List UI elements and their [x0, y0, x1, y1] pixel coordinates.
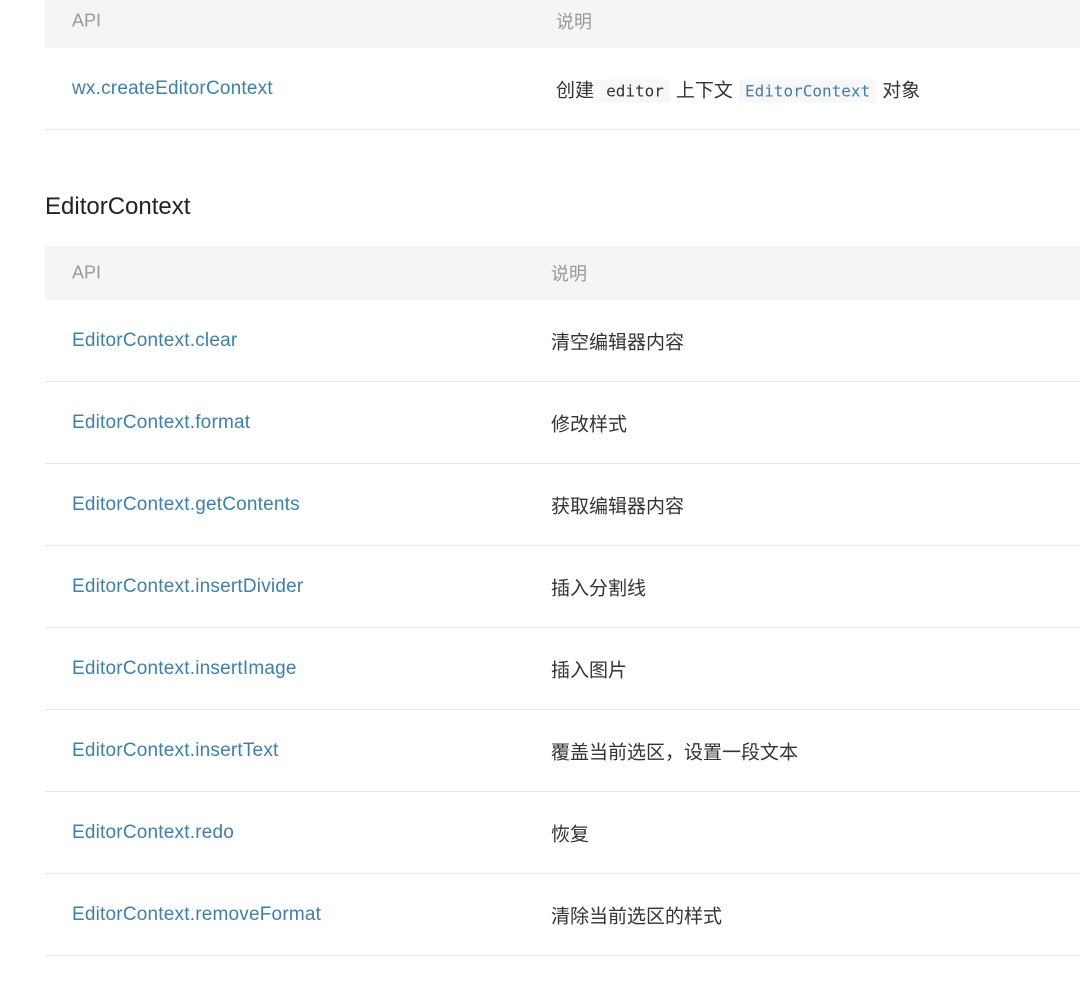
api-description: 插入分割线 — [551, 577, 647, 599]
api-description: 清除当前选区的样式 — [551, 905, 723, 927]
table-row: wx.createEditorContext 创建 editor 上下文 Edi… — [45, 48, 1080, 130]
api-link[interactable]: EditorContext.insertImage — [72, 658, 297, 680]
table-row: EditorContext.redo 恢复 — [45, 792, 1080, 874]
header-desc: 说明 — [556, 12, 592, 32]
api-link[interactable]: EditorContext.getContents — [72, 494, 300, 516]
api-link[interactable]: EditorContext.removeFormat — [72, 904, 321, 926]
table-row: EditorContext.clear 清空编辑器内容 — [45, 300, 1080, 382]
api-link[interactable]: EditorContext.redo — [72, 822, 234, 844]
row-desc: 创建 editor 上下文 EditorContext 对象 — [556, 75, 920, 102]
header-api: API — [72, 10, 102, 31]
table-row: EditorContext.insertDivider 插入分割线 — [45, 546, 1080, 628]
api-doc-page: API 说明 wx.createEditorContext 创建 editor … — [0, 0, 1080, 986]
desc-suffix: 对象 — [882, 79, 921, 101]
section-title: EditorContext — [45, 193, 191, 220]
api-description: 修改样式 — [551, 413, 628, 435]
api-link[interactable]: EditorContext.insertDivider — [72, 576, 303, 598]
api-link[interactable]: EditorContext.clear — [72, 330, 237, 352]
table-row: EditorContext.insertText 覆盖当前选区，设置一段文本 — [45, 710, 1080, 792]
api-description: 清空编辑器内容 — [551, 331, 685, 353]
desc-middle: 上下文 — [675, 79, 733, 101]
api-description: 获取编辑器内容 — [551, 495, 685, 517]
api-link-create-editor-context[interactable]: wx.createEditorContext — [72, 78, 273, 100]
editor-context-api-table: API 说明 EditorContext.clear 清空编辑器内容 EditorC… — [45, 246, 1080, 986]
top-api-table: API 说明 wx.createEditorContext 创建 editor … — [45, 0, 1080, 130]
api-link[interactable]: EditorContext.format — [72, 412, 250, 434]
api-link[interactable]: EditorContext.insertText — [72, 740, 279, 762]
api-description: 恢复 — [551, 823, 590, 845]
table-header: API 说明 — [45, 246, 1080, 300]
table-row-partial — [45, 956, 1080, 986]
desc-prefix: 创建 — [556, 79, 595, 101]
table-header: API 说明 — [45, 0, 1080, 48]
table-row: EditorContext.format 修改样式 — [45, 382, 1080, 464]
code-editor: editor — [600, 79, 670, 102]
table-row: EditorContext.insertImage 插入图片 — [45, 628, 1080, 710]
table-body: EditorContext.clear 清空编辑器内容 EditorContext.… — [45, 300, 1080, 956]
api-description: 覆盖当前选区，设置一段文本 — [551, 741, 799, 763]
code-editor-context-link[interactable]: EditorContext — [738, 79, 877, 102]
header-desc: 说明 — [551, 264, 587, 284]
header-api: API — [72, 262, 102, 283]
table-row: EditorContext.removeFormat 清除当前选区的样式 — [45, 874, 1080, 956]
table-row: EditorContext.getContents 获取编辑器内容 — [45, 464, 1080, 546]
api-description: 插入图片 — [551, 659, 628, 681]
